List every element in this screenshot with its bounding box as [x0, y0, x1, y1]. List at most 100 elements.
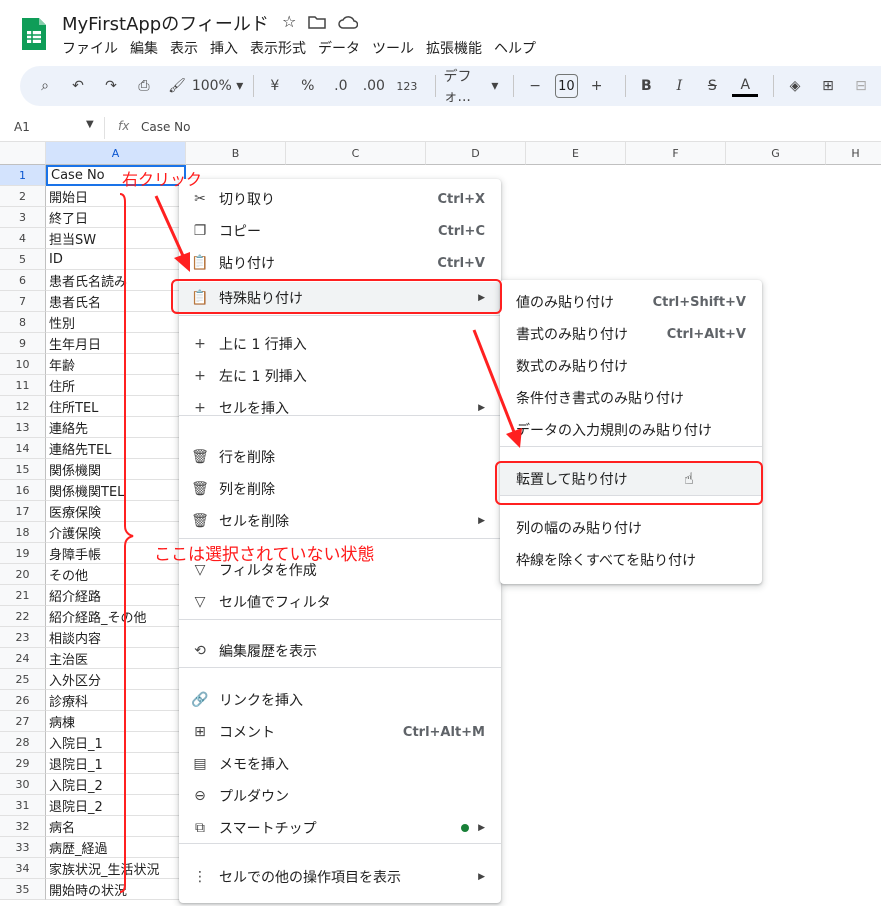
row-header[interactable]: 9	[0, 333, 46, 354]
italic-button[interactable]: I	[666, 72, 692, 100]
paste-special-item[interactable]: 枠線を除くすべてを貼り付け	[500, 544, 762, 576]
menu-help[interactable]: ヘルプ	[494, 38, 536, 58]
cell-a[interactable]: その他	[46, 564, 186, 585]
context-menu-item[interactable]: + 上に 1 行挿入	[179, 328, 501, 360]
context-menu-item[interactable]: 🗑 セルを削除 ▶	[179, 505, 501, 537]
row-header[interactable]: 20	[0, 564, 46, 585]
row-header[interactable]: 33	[0, 837, 46, 858]
row-header[interactable]: 23	[0, 627, 46, 648]
currency-button[interactable]: ¥	[262, 72, 288, 100]
context-menu-item[interactable]: ⟲ 編集履歴を表示	[179, 635, 501, 667]
cell-a[interactable]: 紹介経路_その他	[46, 606, 186, 627]
cell-a[interactable]: 連絡先	[46, 417, 186, 438]
cell-a[interactable]: 年齢	[46, 354, 186, 375]
column-header-h[interactable]: H	[826, 142, 881, 165]
font-size-increase-button[interactable]: +	[584, 72, 610, 100]
paste-special-item[interactable]: 値のみ貼り付け Ctrl+Shift+V	[500, 286, 762, 318]
menu-insert[interactable]: 挿入	[210, 38, 238, 58]
context-menu-item[interactable]: ⊞ コメント Ctrl+Alt+M	[179, 716, 501, 748]
cell-a[interactable]: 性別	[46, 312, 186, 333]
cell-a[interactable]: ID	[46, 249, 186, 270]
column-header-g[interactable]: G	[726, 142, 826, 165]
row-header[interactable]: 30	[0, 774, 46, 795]
row-header[interactable]: 5	[0, 249, 46, 270]
cell-a[interactable]: 患者氏名	[46, 291, 186, 312]
row-header[interactable]: 34	[0, 858, 46, 879]
cell-a[interactable]: 主治医	[46, 648, 186, 669]
row-header[interactable]: 8	[0, 312, 46, 333]
cell-a[interactable]: 関係機関TEL	[46, 480, 186, 501]
context-menu-item[interactable]: ▽ セル値でフィルタ	[179, 586, 501, 618]
strikethrough-button[interactable]: S	[699, 72, 725, 100]
cell-a[interactable]: 医療保険	[46, 501, 186, 522]
column-header-a[interactable]: A	[46, 142, 186, 165]
cell-a[interactable]: 患者氏名読み	[46, 270, 186, 291]
row-header[interactable]: 31	[0, 795, 46, 816]
menu-data[interactable]: データ	[318, 38, 360, 58]
context-menu-item[interactable]: ❐ コピー Ctrl+C	[179, 215, 501, 247]
cell-a[interactable]: 住所	[46, 375, 186, 396]
row-header[interactable]: 14	[0, 438, 46, 459]
context-menu-item[interactable]: ⊖ プルダウン	[179, 780, 501, 812]
paste-special-item[interactable]: 条件付き書式のみ貼り付け	[500, 382, 762, 414]
menu-file[interactable]: ファイル	[62, 38, 118, 58]
row-header[interactable]: 10	[0, 354, 46, 375]
row-header[interactable]: 2	[0, 186, 46, 207]
paste-special-item[interactable]: データの入力規則のみ貼り付け	[500, 414, 762, 446]
font-select[interactable]: デフォ... ▾	[444, 69, 499, 105]
paste-special-item[interactable]: 数式のみ貼り付け	[500, 350, 762, 382]
row-header[interactable]: 13	[0, 417, 46, 438]
cell-a[interactable]: 入院日_1	[46, 732, 186, 753]
cell-a[interactable]: 病歴_経過	[46, 837, 186, 858]
cell-a[interactable]: 病棟	[46, 711, 186, 732]
cell-a[interactable]: 入外区分	[46, 669, 186, 690]
font-size-input[interactable]: 10	[555, 74, 578, 98]
menu-format[interactable]: 表示形式	[250, 38, 306, 58]
cell-a[interactable]: 退院日_2	[46, 795, 186, 816]
cell-a[interactable]: 相談内容	[46, 627, 186, 648]
document-title[interactable]: MyFirstAppのフィールド	[62, 10, 269, 36]
row-header[interactable]: 35	[0, 879, 46, 900]
cloud-status-icon[interactable]	[338, 15, 359, 29]
search-icon[interactable]: ⌕	[32, 72, 58, 100]
cell-a[interactable]: 担当SW	[46, 228, 186, 249]
row-header[interactable]: 7	[0, 291, 46, 312]
undo-icon[interactable]: ↶	[65, 72, 91, 100]
context-menu-item[interactable]: 🗑 列を削除	[179, 473, 501, 505]
context-menu-item[interactable]: ⧉ スマートチップ ▶	[179, 812, 501, 844]
row-header[interactable]: 32	[0, 816, 46, 837]
percent-button[interactable]: %	[295, 72, 321, 100]
name-box[interactable]: A1	[14, 120, 30, 134]
column-header-b[interactable]: B	[186, 142, 286, 165]
menu-view[interactable]: 表示	[170, 38, 198, 58]
cell-a[interactable]: 生年月日	[46, 333, 186, 354]
row-header[interactable]: 3	[0, 207, 46, 228]
row-header[interactable]: 21	[0, 585, 46, 606]
number-format-button[interactable]: 123	[394, 72, 420, 100]
menu-extensions[interactable]: 拡張機能	[426, 38, 482, 58]
row-header[interactable]: 27	[0, 711, 46, 732]
row-header[interactable]: 19	[0, 543, 46, 564]
merge-cells-icon[interactable]: ⊟	[848, 72, 874, 100]
cell-a[interactable]: 入院日_2	[46, 774, 186, 795]
row-header[interactable]: 28	[0, 732, 46, 753]
row-header[interactable]: 29	[0, 753, 46, 774]
cell-a[interactable]: 終了日	[46, 207, 186, 228]
decrease-decimal-button[interactable]: .0	[328, 72, 354, 100]
formula-input[interactable]: Case No	[141, 120, 191, 134]
row-header[interactable]: 18	[0, 522, 46, 543]
row-header[interactable]: 6	[0, 270, 46, 291]
print-icon[interactable]: ⎙	[131, 72, 157, 100]
row-header[interactable]: 24	[0, 648, 46, 669]
chevron-down-icon[interactable]: ▼	[86, 119, 94, 130]
cell-a[interactable]: 家族状況_生活状況	[46, 858, 186, 879]
increase-decimal-button[interactable]: .00	[361, 72, 387, 100]
row-header[interactable]: 1	[0, 165, 46, 186]
column-header-c[interactable]: C	[286, 142, 426, 165]
select-all-corner[interactable]	[0, 142, 46, 165]
row-header[interactable]: 12	[0, 396, 46, 417]
row-header[interactable]: 17	[0, 501, 46, 522]
context-menu-item[interactable]: 🗑 行を削除	[179, 441, 501, 473]
cell-a[interactable]: 連絡先TEL	[46, 438, 186, 459]
redo-icon[interactable]: ↷	[98, 72, 124, 100]
